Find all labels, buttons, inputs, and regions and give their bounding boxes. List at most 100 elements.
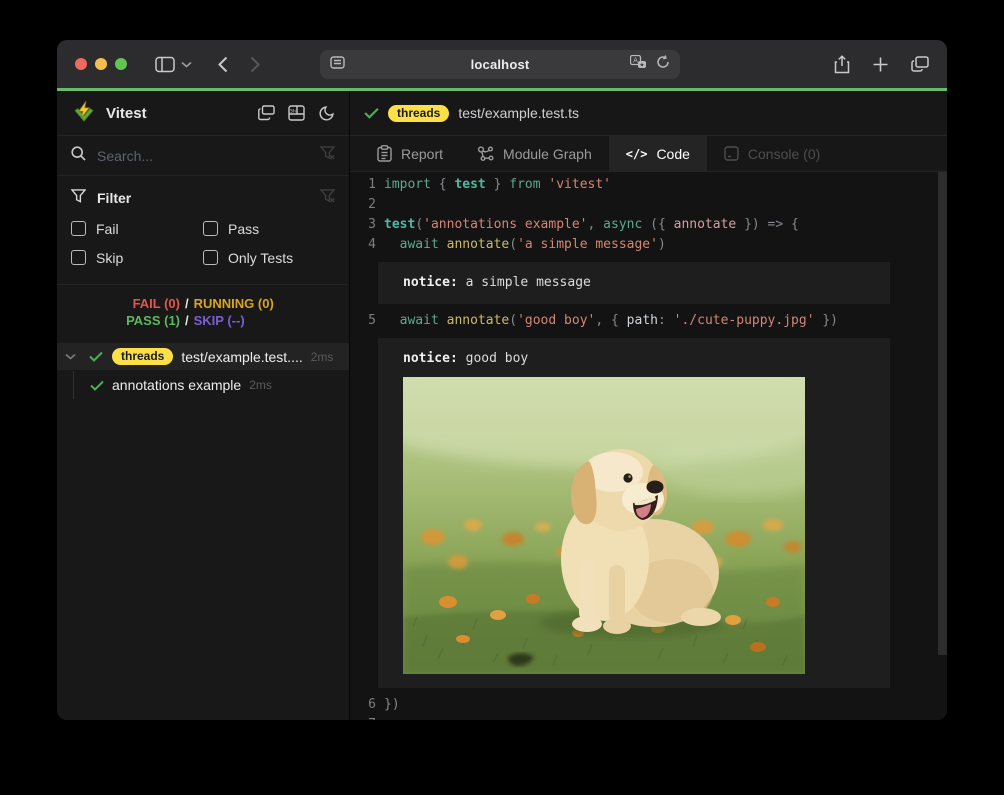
code-line: 4 await annotate('a simple message') — [350, 235, 947, 255]
test-case-duration: 2ms — [249, 378, 272, 392]
view-tabs: Report Module Graph </> Code — [350, 136, 947, 172]
annotation-notice: notice: good boy — [378, 338, 890, 688]
url-text: localhost — [320, 57, 680, 72]
tab-code[interactable]: </> Code — [609, 136, 707, 171]
fail-count: FAIL (0) — [57, 295, 180, 312]
back-button[interactable] — [218, 56, 228, 73]
filter-checkbox-skip[interactable]: Skip — [71, 243, 203, 272]
svg-text:A: A — [633, 57, 638, 65]
open-file-name: test/example.test.ts — [458, 105, 579, 121]
filter-label-skip: Skip — [96, 250, 123, 266]
code-line: 5 await annotate('good boy', { path: './… — [350, 311, 947, 331]
pass-count: PASS (1) — [57, 312, 180, 329]
svg-text:★: ★ — [640, 62, 645, 68]
dashboard-layout-icon[interactable]: 5h — [288, 105, 305, 122]
filter-title: Filter — [97, 190, 131, 206]
pool-badge: threads — [388, 105, 449, 122]
filter-checkbox-only-tests[interactable]: Only Tests — [203, 243, 335, 272]
code-editor[interactable]: 1import { test } from 'vitest' 2 3test('… — [350, 172, 947, 720]
line-number: 1 — [350, 175, 376, 195]
scrollbar-thumb[interactable] — [938, 172, 947, 655]
browser-window: localhost A ★ — [57, 40, 947, 720]
test-run-stats: FAIL (0) / RUNNING (0) PASS (1) / SKIP (… — [57, 285, 349, 335]
code-line: 3test('annotations example', async ({ an… — [350, 215, 947, 235]
filter-label-pass: Pass — [228, 221, 259, 237]
address-bar[interactable]: localhost A ★ — [320, 50, 680, 79]
puppy-photo[interactable] — [403, 377, 805, 674]
tab-overview-icon[interactable] — [911, 56, 929, 72]
code-line: 6}) — [350, 695, 947, 715]
pass-check-icon — [90, 380, 104, 391]
code-line: 1import { test } from 'vitest' — [350, 175, 947, 195]
sidebar-header: Vitest 5h — [57, 91, 349, 136]
test-file-row[interactable]: threads test/example.test.... 2ms — [57, 343, 349, 370]
test-tree: threads test/example.test.... 2ms annota… — [57, 343, 349, 399]
close-window-button[interactable] — [75, 58, 87, 70]
annotation-notice: notice: a simple message — [378, 262, 890, 304]
test-case-row[interactable]: annotations example 2ms — [57, 371, 349, 399]
tab-console[interactable]: Console (0) — [707, 136, 837, 171]
tab-report-label: Report — [401, 146, 443, 162]
zoom-window-button[interactable] — [115, 58, 127, 70]
line-number: 7 — [350, 715, 376, 720]
search-icon — [71, 146, 86, 166]
clear-filters-icon[interactable] — [320, 189, 335, 208]
search-input[interactable] — [97, 148, 320, 164]
share-icon[interactable] — [834, 55, 850, 74]
tab-console-label: Console (0) — [748, 146, 820, 162]
minimize-window-button[interactable] — [95, 58, 107, 70]
filter-label-fail: Fail — [96, 221, 119, 237]
translate-icon[interactable]: A ★ — [630, 55, 647, 74]
chevron-down-icon[interactable] — [181, 61, 192, 68]
line-number: 5 — [350, 311, 376, 331]
running-count: RUNNING (0) — [194, 295, 274, 312]
page-settings-icon[interactable] — [330, 56, 345, 74]
filter-checkbox-pass[interactable]: Pass — [203, 214, 335, 243]
vitest-sidebar: Vitest 5h — [57, 91, 350, 720]
notice-text: a simple message — [466, 275, 591, 290]
browser-toolbar: localhost A ★ — [57, 40, 947, 88]
notice-label: notice: — [403, 275, 458, 290]
windows-stack-icon[interactable] — [258, 105, 275, 122]
checkbox-icon[interactable] — [71, 250, 86, 265]
file-header: threads test/example.test.ts — [350, 91, 947, 136]
notice-label: notice: — [403, 351, 458, 366]
line-number: 3 — [350, 215, 376, 235]
clear-search-filter-icon[interactable] — [320, 146, 335, 165]
checkbox-icon[interactable] — [203, 250, 218, 265]
checkbox-icon[interactable] — [203, 221, 218, 236]
dark-mode-moon-icon[interactable] — [318, 105, 335, 122]
tab-report[interactable]: Report — [360, 136, 460, 171]
sidebar-toggle-icon[interactable] — [155, 56, 175, 73]
pool-badge: threads — [112, 348, 173, 365]
reload-icon[interactable] — [656, 55, 670, 74]
notice-text: good boy — [466, 351, 529, 366]
line-number: 4 — [350, 235, 376, 255]
checkbox-icon[interactable] — [71, 221, 86, 236]
filter-funnel-icon — [71, 189, 86, 208]
app-title: Vitest — [106, 105, 147, 122]
test-file-name: test/example.test.... — [181, 349, 302, 365]
stats-separator: / — [180, 295, 194, 312]
code-icon: </> — [626, 147, 648, 161]
line-number: 2 — [350, 195, 376, 215]
stats-separator: / — [180, 312, 194, 329]
tab-module-graph[interactable]: Module Graph — [460, 136, 609, 171]
main-panel: threads test/example.test.ts Report — [350, 91, 947, 720]
pass-check-icon — [364, 107, 379, 119]
tab-module-graph-label: Module Graph — [503, 146, 592, 162]
code-line: 7 — [350, 715, 947, 720]
svg-text:5h: 5h — [290, 108, 296, 114]
test-file-duration: 2ms — [311, 350, 334, 364]
forward-button[interactable] — [250, 56, 260, 73]
test-case-name: annotations example — [112, 377, 241, 393]
filter-label-only-tests: Only Tests — [228, 250, 293, 266]
code-line: 2 — [350, 195, 947, 215]
vitest-logo-icon — [71, 100, 97, 126]
filter-checkbox-fail[interactable]: Fail — [71, 214, 203, 243]
filter-section: Filter Fail Pass — [57, 176, 349, 285]
new-tab-icon[interactable] — [873, 57, 888, 72]
line-number: 6 — [350, 695, 376, 715]
search-row — [57, 136, 349, 176]
chevron-down-icon[interactable] — [65, 353, 79, 360]
